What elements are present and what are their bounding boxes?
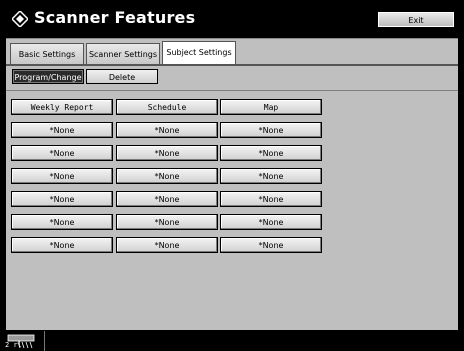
subject-button[interactable]: *None bbox=[116, 237, 218, 253]
subject-button[interactable]: *None bbox=[11, 145, 113, 161]
subject-button[interactable]: *None bbox=[11, 237, 113, 253]
subject-button[interactable]: *None bbox=[220, 168, 322, 184]
subject-button[interactable]: Schedule bbox=[116, 99, 218, 115]
exit-button[interactable]: Exit bbox=[377, 11, 455, 28]
title-bar: Scanner Features Exit bbox=[0, 0, 464, 38]
subject-button[interactable]: *None bbox=[11, 122, 113, 138]
window-title: Scanner Features bbox=[34, 8, 196, 27]
status-bar bbox=[0, 330, 464, 351]
subject-button[interactable]: *None bbox=[11, 168, 113, 184]
subject-button[interactable]: *None bbox=[220, 145, 322, 161]
subject-button[interactable]: *None bbox=[11, 191, 113, 207]
subject-button[interactable]: *None bbox=[116, 145, 218, 161]
subject-button[interactable]: *None bbox=[220, 122, 322, 138]
tab-subject-settings[interactable]: Subject Settings bbox=[162, 41, 236, 65]
status-divider bbox=[44, 331, 45, 351]
subject-button[interactable]: *None bbox=[220, 237, 322, 253]
subject-button[interactable]: *None bbox=[220, 191, 322, 207]
screen: Scanner Features Exit Basic Settings Sca… bbox=[0, 0, 464, 351]
section-divider bbox=[6, 90, 458, 91]
subject-button[interactable]: *None bbox=[116, 168, 218, 184]
scanner-features-icon bbox=[12, 11, 28, 27]
tab-bar-divider bbox=[6, 64, 458, 66]
delete-button[interactable]: Delete bbox=[86, 69, 158, 84]
subject-button[interactable]: *None bbox=[116, 191, 218, 207]
tab-scanner-settings[interactable]: Scanner Settings bbox=[86, 43, 160, 64]
status-label: 2 rl bbox=[5, 341, 22, 349]
subject-button[interactable]: Weekly Report bbox=[11, 99, 113, 115]
subject-button[interactable]: Map bbox=[220, 99, 322, 115]
subject-button[interactable]: *None bbox=[11, 214, 113, 230]
subject-button[interactable]: *None bbox=[116, 214, 218, 230]
subject-button[interactable]: *None bbox=[220, 214, 322, 230]
program-change-button[interactable]: Program/Change bbox=[12, 69, 84, 84]
subject-button[interactable]: *None bbox=[116, 122, 218, 138]
tab-basic-settings[interactable]: Basic Settings bbox=[10, 43, 84, 64]
